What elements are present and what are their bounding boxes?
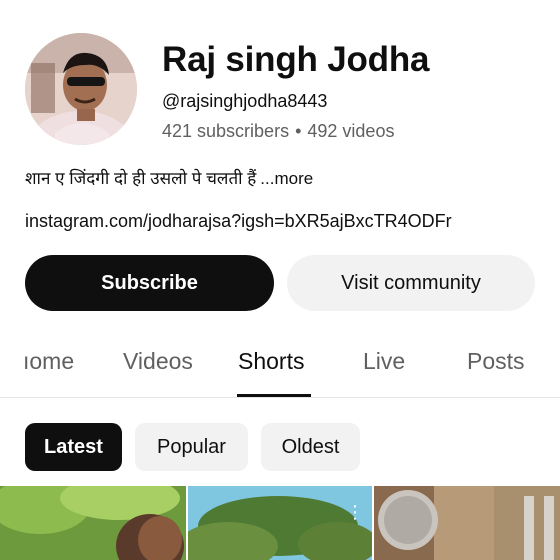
- channel-avatar[interactable]: [25, 33, 137, 145]
- channel-link[interactable]: instagram.com/jodharajsa?igsh=bXR5ajBxcT…: [25, 211, 452, 232]
- channel-stats: 421 subscribers • 492 videos: [162, 121, 394, 142]
- subscribe-button[interactable]: Subscribe: [25, 255, 274, 311]
- channel-tabs: ıome Videos Shorts Live Posts: [0, 330, 560, 398]
- tab-videos[interactable]: Videos: [123, 348, 193, 375]
- tab-posts[interactable]: Posts: [467, 348, 525, 375]
- visit-community-button[interactable]: Visit community: [287, 255, 535, 311]
- tab-live[interactable]: Live: [363, 348, 405, 375]
- channel-description[interactable]: शान ए जिंदगी दो ही उसलो पे चलती हैं ...mo…: [25, 166, 313, 189]
- more-link[interactable]: ...more: [260, 169, 313, 188]
- filter-chip-latest[interactable]: Latest: [25, 423, 122, 471]
- short-thumbnail[interactable]: [0, 486, 186, 560]
- video-count: 492 videos: [307, 121, 395, 141]
- short-thumbnail[interactable]: [374, 486, 560, 560]
- filter-chip-oldest[interactable]: Oldest: [261, 423, 360, 471]
- tab-shorts[interactable]: Shorts: [238, 348, 304, 375]
- stats-separator: •: [295, 121, 302, 141]
- subscriber-count: 421 subscribers: [162, 121, 290, 141]
- description-text: शान ए जिंदगी दो ही उसलो पे चलती हैं: [25, 169, 257, 188]
- short-thumbnail[interactable]: [188, 486, 372, 560]
- more-vert-icon[interactable]: ⋮: [346, 502, 364, 522]
- tab-home[interactable]: ıome: [23, 348, 74, 375]
- filter-chip-popular[interactable]: Popular: [135, 423, 248, 471]
- channel-name: Raj singh Jodha: [162, 40, 430, 79]
- channel-handle: @rajsinghjodha8443: [162, 91, 328, 111]
- active-tab-indicator: [237, 394, 311, 397]
